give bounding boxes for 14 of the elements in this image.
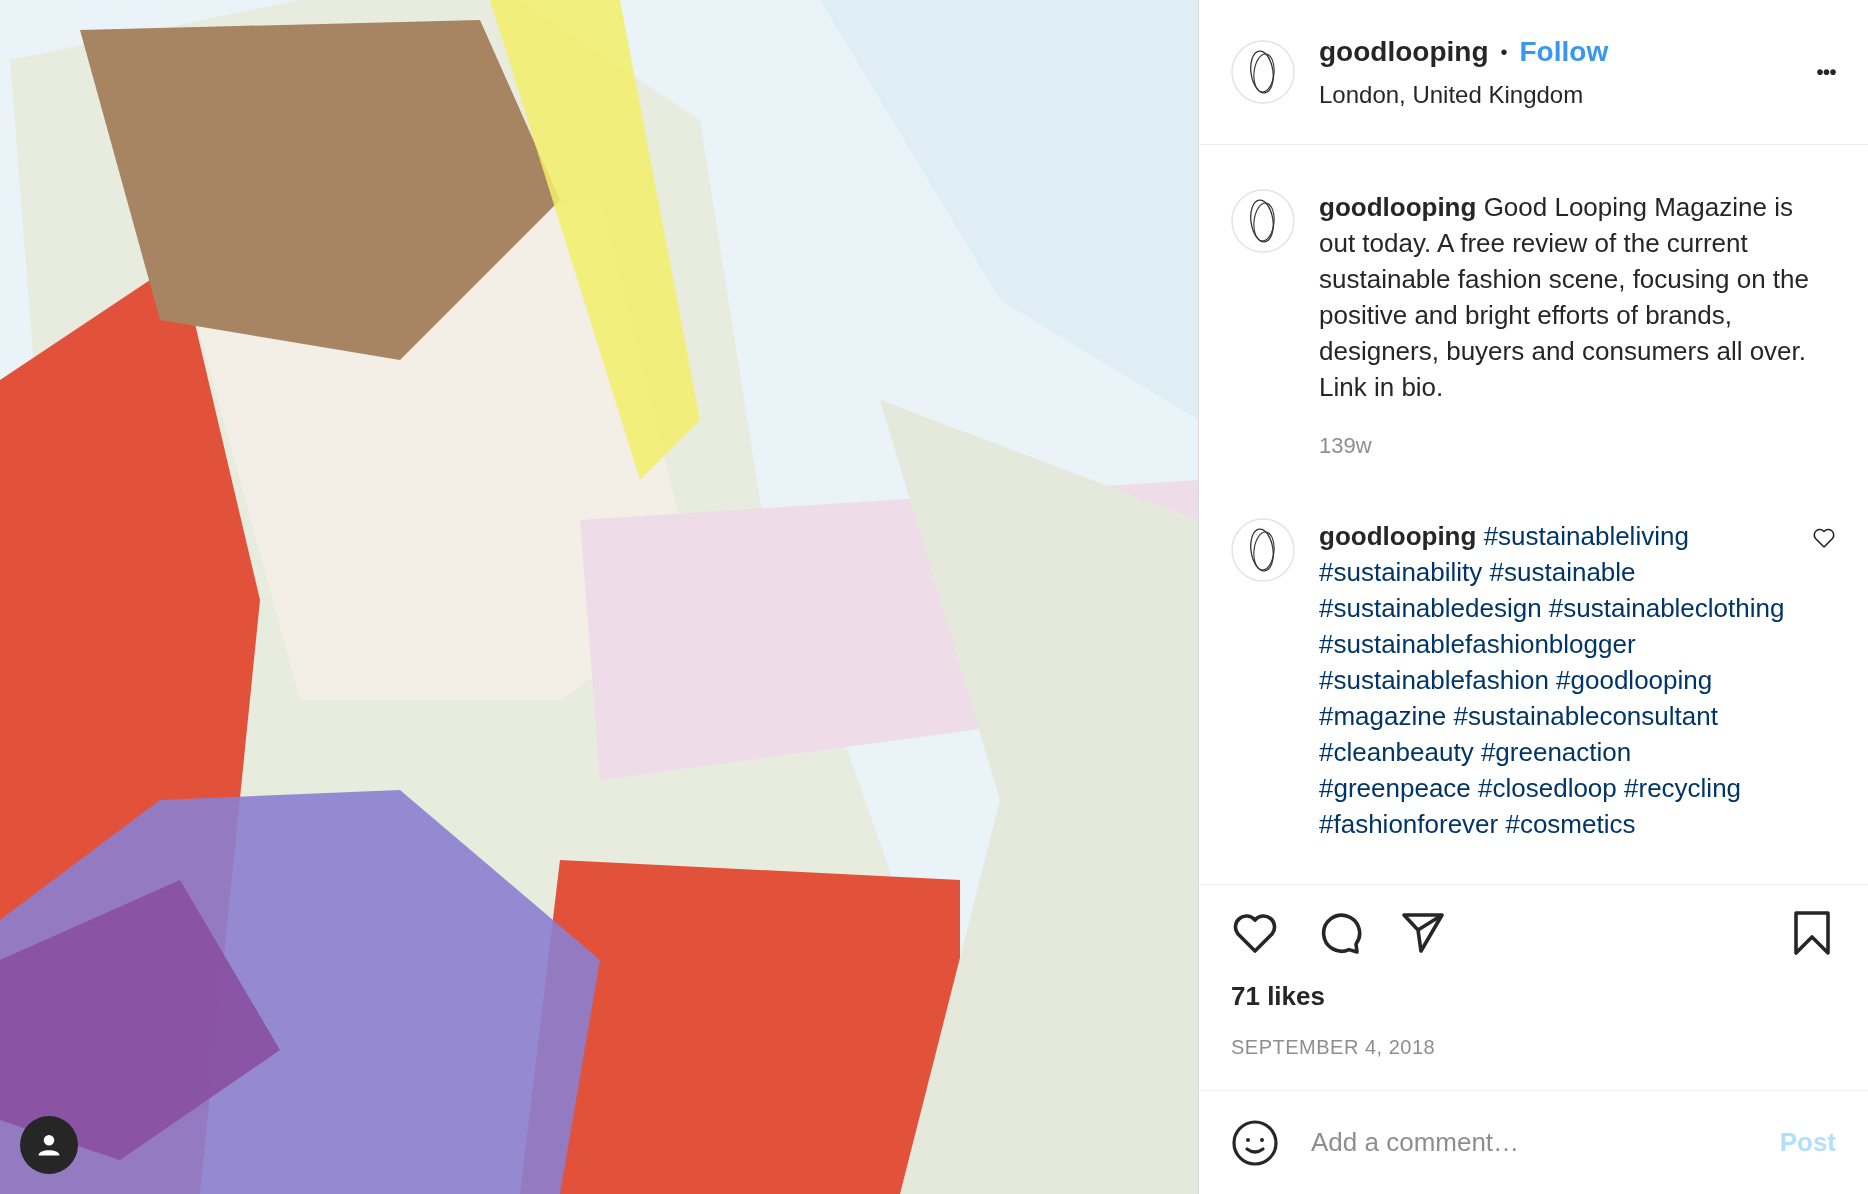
emoji-icon[interactable] <box>1231 1118 1279 1167</box>
comment-text: goodlooping #sustainableliving #sustainability #sustainable #sustainabledesign #sustainableclothing #sustainablefashionblogger #sustainablefashion #goodlooping #magazine #sustainableconsultant #cleanbeauty #greenaction #greenpeace #closedloop #recycling #fashionforever #cosmetics <box>1319 520 1786 841</box>
separator-dot: • <box>1500 40 1508 65</box>
likes-count[interactable]: 71 likes <box>1231 977 1836 1016</box>
avatar[interactable] <box>1231 40 1295 104</box>
heart-icon[interactable] <box>1812 526 1836 550</box>
timestamp: 139w <box>1319 432 1373 460</box>
avatar[interactable] <box>1231 518 1295 582</box>
username[interactable]: goodlooping <box>1319 31 1489 73</box>
avatar[interactable] <box>1231 189 1295 253</box>
post-date: SEPTEMBER 4, 2018 <box>1231 1035 1437 1060</box>
location-link[interactable]: London, United Kingdom <box>1319 77 1793 113</box>
more-options-button[interactable]: ••• <box>1816 57 1836 87</box>
comment-text: goodlooping Good Looping Magazine is out today. A free review of the current sustainable fashion scene, focusing on the positive and bright efforts of brands, designers, buyers and consumers all over. Link in bio. <box>1319 191 1810 404</box>
